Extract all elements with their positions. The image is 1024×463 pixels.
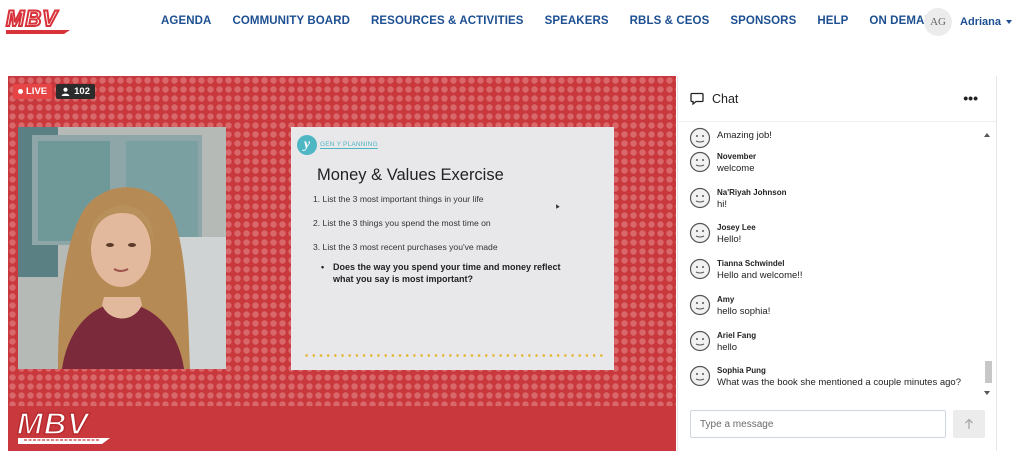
user-avatar-icon	[689, 222, 711, 244]
chat-title: Chat	[712, 91, 739, 106]
viewer-count: 102	[74, 85, 90, 97]
chat-message: November welcome	[689, 151, 756, 175]
nav-sponsors[interactable]: SPONSORS	[730, 15, 796, 27]
live-dot-icon	[18, 88, 23, 94]
scroll-down-arrow-icon[interactable]	[984, 391, 990, 395]
chat-message-text: hello sophia!	[717, 306, 771, 317]
slide-bullet: Does the way you spend your time and mon…	[321, 262, 581, 285]
user-avatar-icon	[689, 151, 711, 173]
user-avatar-icon	[689, 187, 711, 209]
chat-scrollbar-thumb[interactable]	[985, 361, 992, 383]
chat-message-text: welcome	[717, 163, 755, 174]
chat-message: Josey Lee Hello!	[689, 222, 756, 246]
chat-message-author: Tianna Schwindel	[717, 259, 785, 268]
chat-message-list[interactable]: Amazing job! November welcome Na'Riyah J…	[678, 123, 996, 398]
chat-message: Amazing job!	[689, 127, 772, 149]
svg-text:MBV: MBV	[6, 7, 59, 32]
nav-community-board[interactable]: COMMUNITY BOARD	[232, 15, 350, 27]
user-avatar-icon	[689, 294, 711, 316]
chat-message-text: hi!	[717, 199, 728, 210]
video-stage[interactable]: LIVE 102 y GEN Y PLANNING Money & Values…	[8, 76, 676, 451]
scroll-up-arrow-icon[interactable]	[984, 133, 990, 137]
live-label: LIVE	[26, 85, 48, 97]
chat-message-text: hello	[717, 342, 738, 353]
person-icon	[61, 87, 70, 96]
nav-resources-activities[interactable]: RESOURCES & ACTIVITIES	[371, 15, 524, 27]
mbv-watermark-logo: MBV	[16, 406, 110, 444]
chat-panel: Chat ••• Amazing job! November welcome N…	[677, 76, 997, 451]
chat-message-text: Hello and welcome!!	[717, 270, 803, 281]
slide-dotted-divider	[303, 354, 605, 357]
presentation-slide: y GEN Y PLANNING Money & Values Exercise…	[291, 127, 614, 370]
mbv-logo[interactable]: MBV MBV	[4, 6, 86, 36]
chat-message-text: Hello!	[717, 234, 742, 245]
chat-message: Na'Riyah Johnson hi!	[689, 187, 786, 211]
svg-text:MBV: MBV	[17, 406, 90, 441]
nav-rbls-ceos[interactable]: RBLS & CEOS	[630, 15, 710, 27]
user-avatar-icon	[689, 127, 711, 149]
user-avatar-icon	[689, 258, 711, 280]
slide-list-item: 2. List the 3 things you spend the most …	[313, 218, 491, 228]
chat-message-author: Na'Riyah Johnson	[717, 188, 787, 197]
chat-message-input[interactable]	[690, 410, 946, 438]
slide-list: 1. List the 3 most important things in y…	[313, 194, 498, 266]
chat-message: Ariel Fang hello	[689, 330, 756, 354]
slide-brand: y GEN Y PLANNING	[297, 135, 378, 155]
top-navigation-bar: MBV MBV AGENDA COMMUNITY BOARD RESOURCES…	[0, 0, 1024, 44]
chat-message: Amy hello sophia!	[689, 294, 770, 318]
slide-title: Money & Values Exercise	[317, 166, 504, 184]
user-menu[interactable]: AG Adriana	[924, 8, 1012, 36]
live-badge: LIVE	[13, 83, 53, 99]
chat-bubble-icon	[690, 92, 704, 105]
chat-message-author: Amy	[717, 295, 735, 304]
mouse-cursor-icon	[554, 203, 560, 209]
chat-message-text: What was the book she mentioned a couple…	[717, 377, 961, 388]
chat-message-text: Amazing job!	[717, 130, 772, 141]
avatar[interactable]: AG	[924, 8, 953, 36]
chat-message-author: Ariel Fang	[717, 331, 757, 340]
more-options-icon[interactable]: •••	[963, 90, 978, 106]
nav-help[interactable]: HELP	[817, 15, 848, 27]
slide-list-item: 1. List the 3 most important things in y…	[313, 194, 484, 204]
chat-message: Sophia Pung What was the book she mentio…	[689, 365, 961, 389]
chat-message-author: November	[717, 152, 757, 161]
chevron-down-icon[interactable]	[1006, 20, 1012, 24]
user-name[interactable]: Adriana	[960, 16, 1001, 28]
nav-agenda[interactable]: AGENDA	[161, 15, 211, 27]
send-message-button[interactable]	[953, 410, 985, 438]
main-nav: AGENDA COMMUNITY BOARD RESOURCES & ACTIV…	[161, 15, 962, 27]
viewer-count-badge: 102	[56, 83, 95, 99]
slide-brand-name: GEN Y PLANNING	[320, 141, 378, 149]
chat-message-author: Sophia Pung	[717, 366, 766, 375]
user-avatar-icon	[689, 365, 711, 387]
user-avatar-icon	[689, 330, 711, 352]
arrow-up-icon	[965, 418, 973, 429]
speaker-video	[18, 127, 226, 369]
chat-message-author: Josey Lee	[717, 223, 756, 232]
nav-speakers[interactable]: SPEAKERS	[545, 15, 609, 27]
chat-header: Chat •••	[678, 76, 996, 122]
live-status: LIVE 102	[13, 83, 95, 99]
chat-message: Tianna Schwindel Hello and welcome!!	[689, 258, 803, 282]
gen-y-planning-logo-icon: y	[297, 135, 317, 155]
